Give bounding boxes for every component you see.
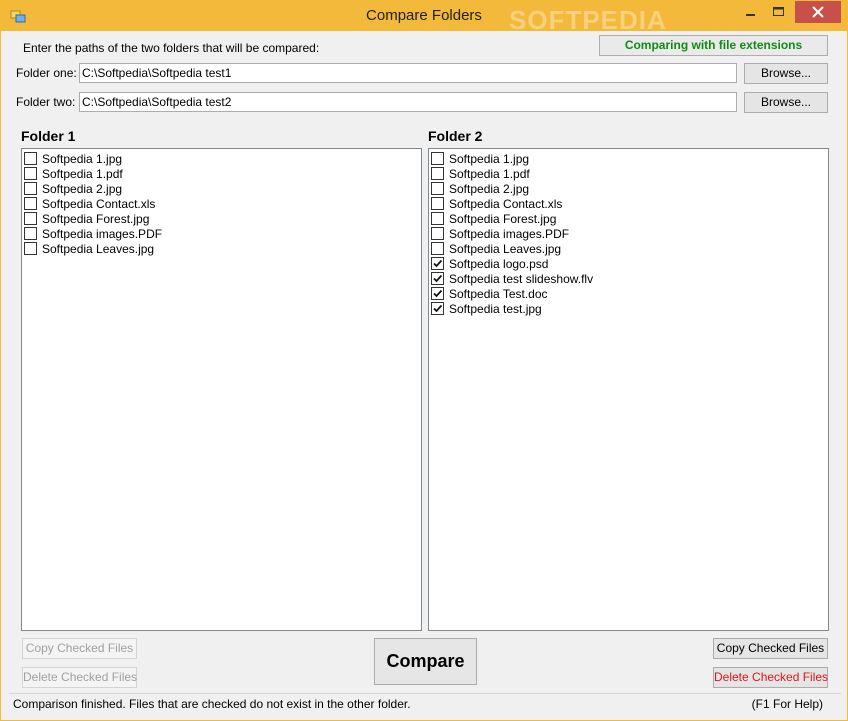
file-list-item[interactable]: Softpedia Forest.jpg bbox=[24, 211, 419, 226]
file-checkbox[interactable] bbox=[431, 302, 444, 315]
folder-two-label: Folder two: bbox=[16, 95, 76, 109]
folder-1-file-list[interactable]: Softpedia 1.jpg Softpedia 1.pdf Softpedia … bbox=[21, 148, 422, 631]
file-name: Softpedia Forest.jpg bbox=[42, 211, 150, 226]
maximize-icon bbox=[773, 7, 784, 16]
file-list-item[interactable]: Softpedia logo.psd bbox=[431, 256, 826, 271]
checkmark-icon bbox=[433, 304, 443, 313]
folder-2-heading: Folder 2 bbox=[428, 128, 483, 144]
file-name: Softpedia 1.pdf bbox=[42, 166, 123, 181]
file-name: Softpedia 1.jpg bbox=[449, 151, 530, 166]
file-name: Softpedia logo.psd bbox=[449, 256, 549, 271]
client-area: Enter the paths of the two folders that … bbox=[9, 31, 841, 714]
file-checkbox[interactable] bbox=[24, 152, 37, 165]
file-list-item[interactable]: Softpedia 1.pdf bbox=[24, 166, 419, 181]
file-checkbox[interactable] bbox=[431, 182, 444, 195]
file-list-item[interactable]: Softpedia 2.jpg bbox=[24, 181, 419, 196]
folder-two-browse-button[interactable]: Browse... bbox=[744, 92, 828, 113]
file-name: Softpedia Contact.xls bbox=[42, 196, 156, 211]
file-list-item[interactable]: Softpedia Test.doc bbox=[431, 286, 826, 301]
minimize-button[interactable] bbox=[737, 1, 764, 23]
file-checkbox[interactable] bbox=[24, 167, 37, 180]
help-hint: (F1 For Help) bbox=[751, 697, 823, 711]
folder-two-path-input[interactable]: C:\Softpedia\Softpedia test2 bbox=[79, 92, 737, 112]
compare-button[interactable]: Compare bbox=[374, 638, 477, 685]
status-bar: Comparison finished. Files that are chec… bbox=[9, 693, 841, 715]
file-list-item[interactable]: Softpedia 1.jpg bbox=[24, 151, 419, 166]
folder-one-label: Folder one: bbox=[16, 66, 77, 80]
file-name: Softpedia Forest.jpg bbox=[449, 211, 557, 226]
file-name: Softpedia images.PDF bbox=[42, 226, 163, 241]
file-list-item[interactable]: Softpedia test.jpg bbox=[431, 301, 826, 316]
folder-1-delete-checked-button[interactable]: Delete Checked Files bbox=[22, 667, 137, 688]
file-list-item[interactable]: Softpedia images.PDF bbox=[431, 226, 826, 241]
file-checkbox[interactable] bbox=[431, 287, 444, 300]
file-name: Softpedia Leaves.jpg bbox=[42, 241, 155, 256]
file-list-item[interactable]: Softpedia Contact.xls bbox=[24, 196, 419, 211]
file-name: Softpedia 1.jpg bbox=[42, 151, 123, 166]
file-checkbox[interactable] bbox=[24, 212, 37, 225]
file-list-item[interactable]: Softpedia Leaves.jpg bbox=[24, 241, 419, 256]
file-list-item[interactable]: Softpedia Leaves.jpg bbox=[431, 241, 826, 256]
file-checkbox[interactable] bbox=[431, 167, 444, 180]
file-extensions-toggle-button[interactable]: Comparing with file extensions bbox=[599, 35, 828, 56]
instruction-text: Enter the paths of the two folders that … bbox=[23, 41, 320, 55]
minimize-icon bbox=[746, 14, 755, 16]
checkmark-icon bbox=[433, 259, 443, 268]
file-checkbox[interactable] bbox=[431, 212, 444, 225]
file-name: Softpedia 2.jpg bbox=[449, 181, 530, 196]
folder-one-browse-button[interactable]: Browse... bbox=[744, 63, 828, 84]
window-title: Compare Folders bbox=[366, 7, 482, 24]
file-name: Softpedia 1.pdf bbox=[449, 166, 530, 181]
checkmark-icon bbox=[433, 289, 443, 298]
folder-2-copy-checked-button[interactable]: Copy Checked Files bbox=[713, 638, 828, 659]
file-name: Softpedia test slideshow.flv bbox=[449, 271, 594, 286]
folder-2-file-list[interactable]: Softpedia 1.jpg Softpedia 1.pdf Softpedia … bbox=[428, 148, 829, 631]
file-name: Softpedia images.PDF bbox=[449, 226, 570, 241]
file-list-item[interactable]: Softpedia Forest.jpg bbox=[431, 211, 826, 226]
title-bar[interactable]: Compare Folders SOFTPEDIA bbox=[1, 1, 847, 35]
file-list-item[interactable]: Softpedia test slideshow.flv bbox=[431, 271, 826, 286]
file-list-item[interactable]: Softpedia 2.jpg bbox=[431, 181, 826, 196]
file-checkbox[interactable] bbox=[431, 272, 444, 285]
file-checkbox[interactable] bbox=[24, 227, 37, 240]
file-checkbox[interactable] bbox=[24, 182, 37, 195]
maximize-button[interactable] bbox=[765, 1, 792, 23]
file-checkbox[interactable] bbox=[431, 257, 444, 270]
file-name: Softpedia test.jpg bbox=[449, 301, 542, 316]
close-icon bbox=[812, 6, 824, 18]
file-list-item[interactable]: Softpedia 1.jpg bbox=[431, 151, 826, 166]
status-message: Comparison finished. Files that are chec… bbox=[13, 697, 411, 711]
file-checkbox[interactable] bbox=[431, 152, 444, 165]
folder-one-path-input[interactable]: C:\Softpedia\Softpedia test1 bbox=[79, 63, 737, 83]
file-list-item[interactable]: Softpedia 1.pdf bbox=[431, 166, 826, 181]
file-list-item[interactable]: Softpedia Contact.xls bbox=[431, 196, 826, 211]
file-name: Softpedia 2.jpg bbox=[42, 181, 123, 196]
close-button[interactable] bbox=[795, 1, 841, 23]
file-name: Softpedia Contact.xls bbox=[449, 196, 563, 211]
file-checkbox[interactable] bbox=[431, 242, 444, 255]
folder-2-delete-checked-button[interactable]: Delete Checked Files bbox=[713, 667, 828, 688]
folder-1-copy-checked-button[interactable]: Copy Checked Files bbox=[22, 638, 137, 659]
file-name: Softpedia Test.doc bbox=[449, 286, 548, 301]
file-checkbox[interactable] bbox=[431, 197, 444, 210]
app-window: Compare Folders SOFTPEDIA Enter the path… bbox=[0, 0, 848, 721]
file-checkbox[interactable] bbox=[24, 242, 37, 255]
file-checkbox[interactable] bbox=[431, 227, 444, 240]
file-list-item[interactable]: Softpedia images.PDF bbox=[24, 226, 419, 241]
file-checkbox[interactable] bbox=[24, 197, 37, 210]
checkmark-icon bbox=[433, 274, 443, 283]
folder-1-heading: Folder 1 bbox=[21, 128, 76, 144]
file-name: Softpedia Leaves.jpg bbox=[449, 241, 562, 256]
